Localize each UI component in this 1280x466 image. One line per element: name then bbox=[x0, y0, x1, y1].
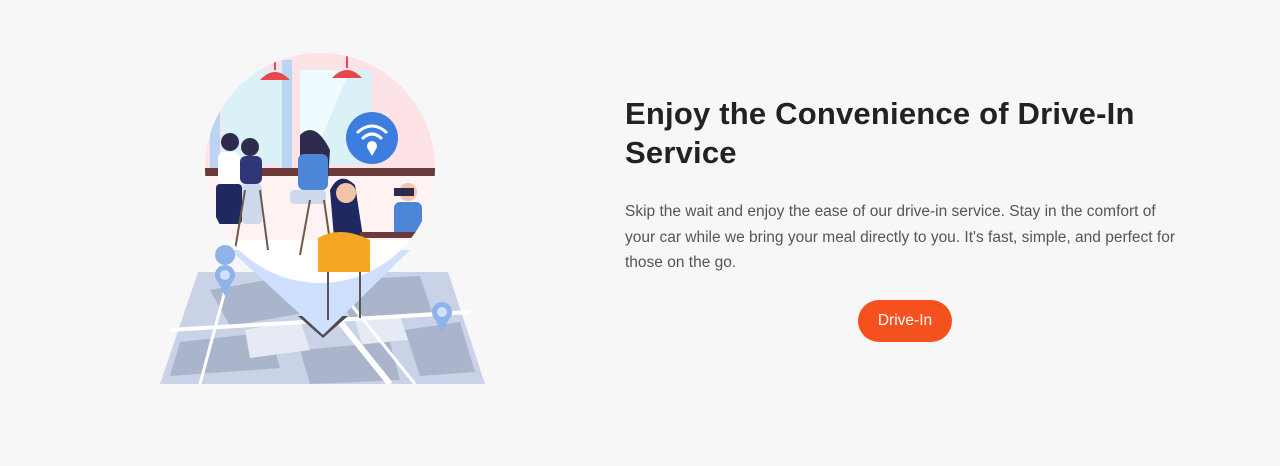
feature-description: Skip the wait and enjoy the ease of our … bbox=[625, 203, 1175, 271]
wifi-location-icon bbox=[346, 112, 398, 164]
drive-in-button[interactable]: Drive-In bbox=[858, 300, 952, 342]
cta-container: Drive-In bbox=[858, 300, 952, 342]
feature-content: Enjoy the Convenience of Drive-In Servic… bbox=[625, 94, 1195, 276]
drive-in-section: Enjoy the Convenience of Drive-In Servic… bbox=[0, 0, 1280, 466]
cafe-map-illustration bbox=[150, 50, 495, 395]
feature-title: Enjoy the Convenience of Drive-In Servic… bbox=[625, 96, 1135, 170]
